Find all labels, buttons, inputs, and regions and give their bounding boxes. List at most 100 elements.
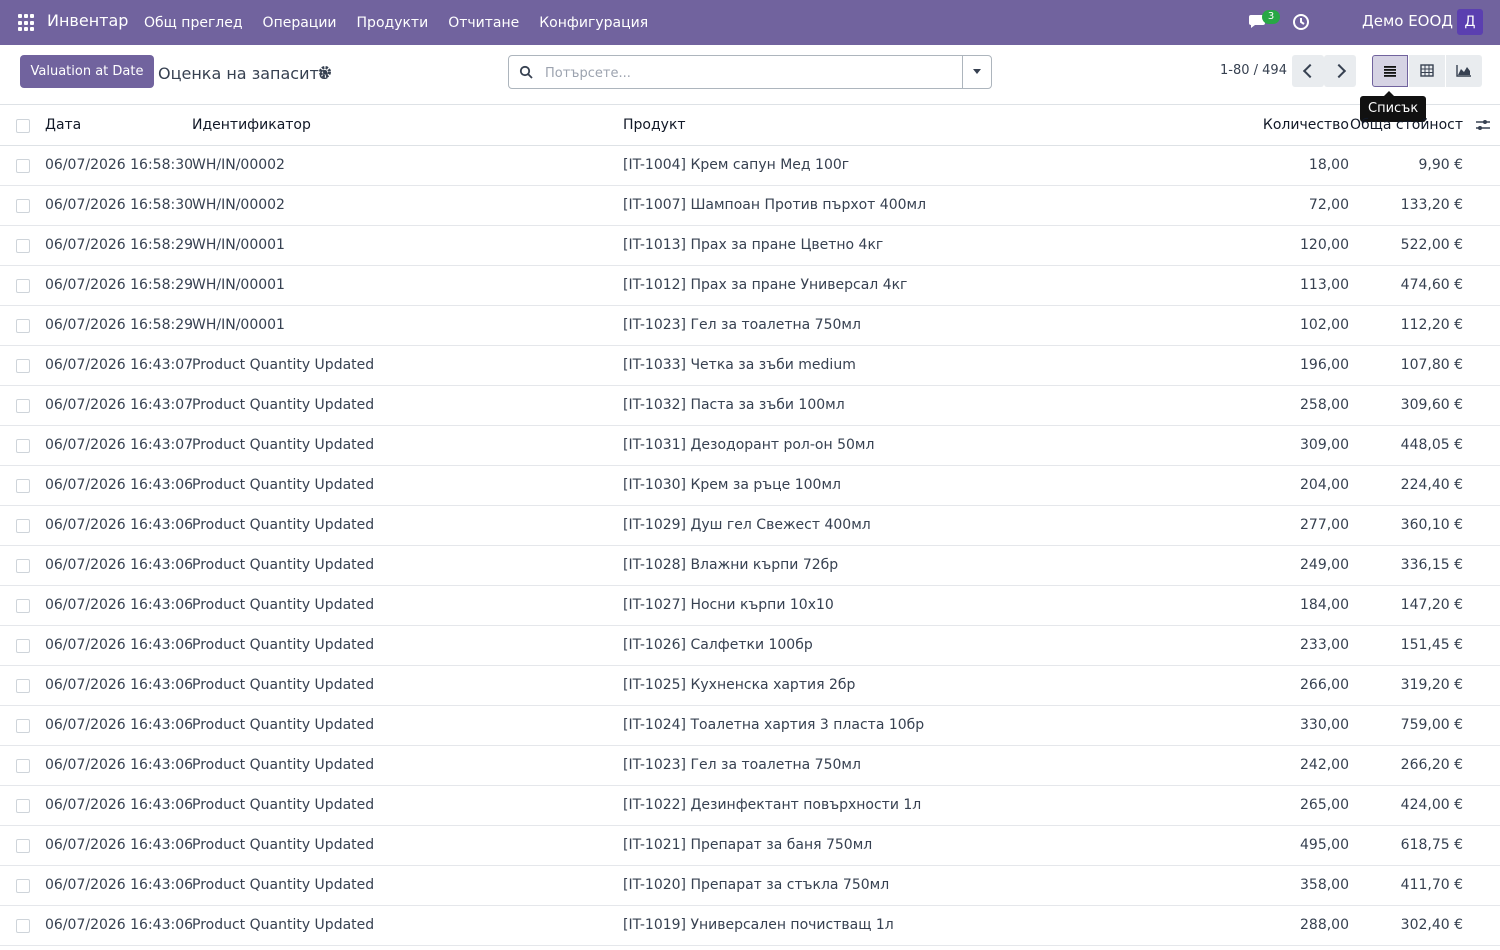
- table-row[interactable]: 06/07/2026 16:58:29 WH/IN/00001 [IT-1013] …: [0, 226, 1500, 266]
- table-row[interactable]: 06/07/2026 16:43:06 Product Quantity Upda…: [0, 706, 1500, 746]
- table-row[interactable]: 06/07/2026 16:58:30 WH/IN/00002 [IT-1004] …: [0, 146, 1500, 186]
- clock-icon[interactable]: [1292, 13, 1310, 31]
- menu-overview[interactable]: Общ преглед: [144, 15, 243, 31]
- row-checkbox[interactable]: [16, 639, 30, 653]
- table-row[interactable]: 06/07/2026 16:43:06 Product Quantity Upda…: [0, 786, 1500, 826]
- row-checkbox[interactable]: [16, 919, 30, 933]
- cell-quantity: 72,00: [1308, 197, 1349, 213]
- header-date[interactable]: Дата: [45, 117, 81, 133]
- cell-quantity: 233,00: [1300, 637, 1349, 653]
- menu-products[interactable]: Продукти: [357, 15, 429, 31]
- graph-view-button[interactable]: [1446, 55, 1482, 87]
- table-row[interactable]: 06/07/2026 16:43:06 Product Quantity Upda…: [0, 586, 1500, 626]
- row-checkbox[interactable]: [16, 319, 30, 333]
- row-checkbox[interactable]: [16, 279, 30, 293]
- row-checkbox[interactable]: [16, 879, 30, 893]
- user-avatar[interactable]: Д: [1457, 9, 1483, 35]
- cell-product: [IT-1022] Дезинфектант повърхности 1л: [623, 797, 922, 813]
- table-row[interactable]: 06/07/2026 16:58:29 WH/IN/00001 [IT-1012] …: [0, 266, 1500, 306]
- cell-product: [IT-1012] Прах за пране Универсал 4кг: [623, 277, 908, 293]
- list-view-button[interactable]: [1372, 55, 1408, 87]
- row-checkbox[interactable]: [16, 479, 30, 493]
- cell-reference: WH/IN/00001: [192, 317, 285, 333]
- cell-quantity: 196,00: [1300, 357, 1349, 373]
- menu-operations[interactable]: Операции: [263, 15, 337, 31]
- select-all-checkbox[interactable]: [16, 119, 30, 133]
- cell-quantity: 277,00: [1300, 517, 1349, 533]
- cell-date: 06/07/2026 16:58:29: [45, 317, 194, 333]
- table-row[interactable]: 06/07/2026 16:43:06 Product Quantity Upda…: [0, 626, 1500, 666]
- table-row[interactable]: 06/07/2026 16:58:30 WH/IN/00002 [IT-1007] …: [0, 186, 1500, 226]
- cell-quantity: 309,00: [1300, 437, 1349, 453]
- table-row[interactable]: 06/07/2026 16:43:07 Product Quantity Upda…: [0, 346, 1500, 386]
- cell-date: 06/07/2026 16:58:30: [45, 157, 194, 173]
- page-title: Оценка на запасите: [158, 64, 329, 83]
- column-settings-icon[interactable]: [1475, 118, 1491, 132]
- company-name[interactable]: Демо ЕООД: [1362, 12, 1453, 30]
- cell-product: [IT-1028] Влажни кърпи 72бр: [623, 557, 839, 573]
- table-row[interactable]: 06/07/2026 16:43:06 Product Quantity Upda…: [0, 666, 1500, 706]
- row-checkbox[interactable]: [16, 759, 30, 773]
- cell-total-value: 266,20 €: [1400, 757, 1463, 773]
- pivot-view-button[interactable]: [1409, 55, 1445, 87]
- list-icon: [1384, 66, 1396, 77]
- table-row[interactable]: 06/07/2026 16:43:06 Product Quantity Upda…: [0, 466, 1500, 506]
- menu-configuration[interactable]: Конфигурация: [539, 15, 648, 31]
- row-checkbox[interactable]: [16, 239, 30, 253]
- cell-date: 06/07/2026 16:43:07: [45, 397, 194, 413]
- cell-product: [IT-1023] Гел за тоалетна 750мл: [623, 757, 861, 773]
- valuation-at-date-button[interactable]: Valuation at Date: [20, 55, 154, 88]
- header-reference[interactable]: Идентификатор: [192, 117, 311, 133]
- row-checkbox[interactable]: [16, 719, 30, 733]
- search-options-toggle[interactable]: [962, 56, 991, 88]
- table-row[interactable]: 06/07/2026 16:58:29 WH/IN/00001 [IT-1023] …: [0, 306, 1500, 346]
- header-total-value[interactable]: Обща стойност: [1350, 117, 1463, 133]
- cell-reference: Product Quantity Updated: [192, 557, 375, 573]
- cell-product: [IT-1025] Кухненска хартия 2бр: [623, 677, 856, 693]
- cell-total-value: 9,90 €: [1418, 157, 1463, 173]
- row-checkbox[interactable]: [16, 599, 30, 613]
- search-input[interactable]: [543, 60, 957, 86]
- header-quantity[interactable]: Количество: [1263, 117, 1349, 133]
- cell-date: 06/07/2026 16:43:06: [45, 837, 194, 853]
- cell-product: [IT-1027] Носни кърпи 10x10: [623, 597, 834, 613]
- table-row[interactable]: 06/07/2026 16:43:06 Product Quantity Upda…: [0, 906, 1500, 946]
- row-checkbox[interactable]: [16, 399, 30, 413]
- cell-quantity: 102,00: [1300, 317, 1349, 333]
- gear-icon[interactable]: [318, 65, 332, 79]
- cell-total-value: 759,00 €: [1400, 717, 1463, 733]
- cell-reference: Product Quantity Updated: [192, 477, 375, 493]
- table-row[interactable]: 06/07/2026 16:43:07 Product Quantity Upda…: [0, 386, 1500, 426]
- cell-reference: Product Quantity Updated: [192, 597, 375, 613]
- row-checkbox[interactable]: [16, 359, 30, 373]
- app-brand[interactable]: Инвентар: [47, 11, 128, 30]
- cell-quantity: 18,00: [1308, 157, 1349, 173]
- row-checkbox[interactable]: [16, 519, 30, 533]
- table-row[interactable]: 06/07/2026 16:43:06 Product Quantity Upda…: [0, 746, 1500, 786]
- row-checkbox[interactable]: [16, 559, 30, 573]
- table-row[interactable]: 06/07/2026 16:43:06 Product Quantity Upda…: [0, 826, 1500, 866]
- header-product[interactable]: Продукт: [623, 117, 686, 133]
- pager-value[interactable]: 1-80 / 494: [1220, 63, 1287, 78]
- area-chart-icon: [1456, 65, 1471, 77]
- menu-reporting[interactable]: Отчитане: [448, 15, 519, 31]
- row-checkbox[interactable]: [16, 679, 30, 693]
- top-navbar: Инвентар Общ преглед Операции Продукти О…: [0, 0, 1500, 45]
- pager-previous-button[interactable]: [1292, 55, 1324, 87]
- cell-reference: WH/IN/00001: [192, 277, 285, 293]
- cell-quantity: 184,00: [1300, 597, 1349, 613]
- cell-date: 06/07/2026 16:43:06: [45, 797, 194, 813]
- row-checkbox[interactable]: [16, 159, 30, 173]
- app-grid-icon[interactable]: [18, 14, 36, 32]
- cell-date: 06/07/2026 16:43:06: [45, 757, 194, 773]
- row-checkbox[interactable]: [16, 839, 30, 853]
- table-row[interactable]: 06/07/2026 16:43:06 Product Quantity Upda…: [0, 546, 1500, 586]
- cell-total-value: 411,70 €: [1400, 877, 1463, 893]
- table-row[interactable]: 06/07/2026 16:43:07 Product Quantity Upda…: [0, 426, 1500, 466]
- pager-next-button[interactable]: [1324, 55, 1356, 87]
- table-row[interactable]: 06/07/2026 16:43:06 Product Quantity Upda…: [0, 506, 1500, 546]
- row-checkbox[interactable]: [16, 439, 30, 453]
- row-checkbox[interactable]: [16, 199, 30, 213]
- row-checkbox[interactable]: [16, 799, 30, 813]
- table-row[interactable]: 06/07/2026 16:43:06 Product Quantity Upda…: [0, 866, 1500, 906]
